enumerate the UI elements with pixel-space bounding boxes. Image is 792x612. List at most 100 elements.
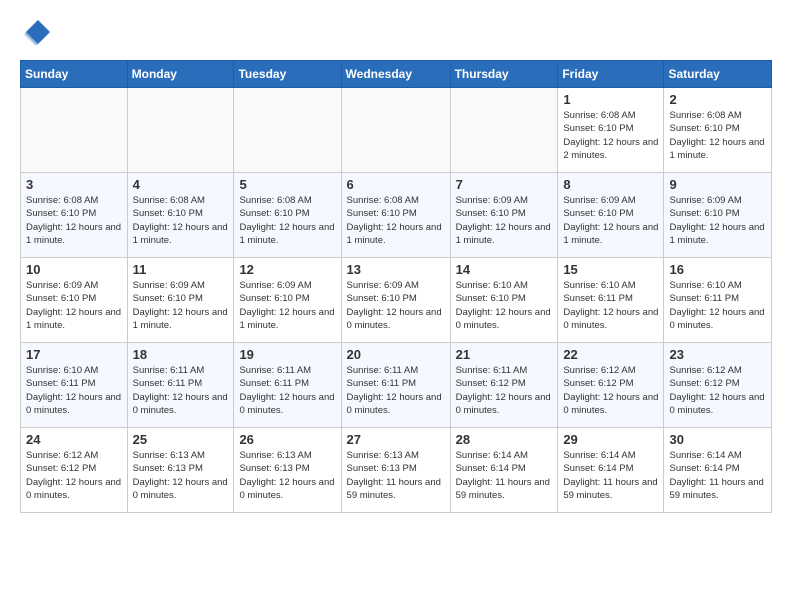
day-info: Sunrise: 6:09 AM Sunset: 6:10 PM Dayligh… xyxy=(133,279,229,332)
day-number: 22 xyxy=(563,347,658,362)
day-number: 10 xyxy=(26,262,122,277)
day-info: Sunrise: 6:09 AM Sunset: 6:10 PM Dayligh… xyxy=(456,194,553,247)
calendar-header-saturday: Saturday xyxy=(664,61,772,88)
calendar-cell: 7 Sunrise: 6:09 AM Sunset: 6:10 PM Daylig… xyxy=(450,173,558,258)
calendar-header-wednesday: Wednesday xyxy=(341,61,450,88)
calendar-cell: 9 Sunrise: 6:09 AM Sunset: 6:10 PM Daylig… xyxy=(664,173,772,258)
day-number: 23 xyxy=(669,347,766,362)
day-info: Sunrise: 6:12 AM Sunset: 6:12 PM Dayligh… xyxy=(563,364,658,417)
day-number: 27 xyxy=(347,432,445,447)
day-info: Sunrise: 6:09 AM Sunset: 6:10 PM Dayligh… xyxy=(669,194,766,247)
day-info: Sunrise: 6:09 AM Sunset: 6:10 PM Dayligh… xyxy=(563,194,658,247)
day-number: 9 xyxy=(669,177,766,192)
day-number: 12 xyxy=(239,262,335,277)
calendar-cell xyxy=(21,88,128,173)
day-info: Sunrise: 6:09 AM Sunset: 6:10 PM Dayligh… xyxy=(239,279,335,332)
calendar-cell: 24 Sunrise: 6:12 AM Sunset: 6:12 PM Dayli… xyxy=(21,428,128,513)
day-number: 5 xyxy=(239,177,335,192)
day-info: Sunrise: 6:13 AM Sunset: 6:13 PM Dayligh… xyxy=(239,449,335,502)
calendar-cell xyxy=(450,88,558,173)
day-info: Sunrise: 6:09 AM Sunset: 6:10 PM Dayligh… xyxy=(347,279,445,332)
calendar-cell: 3 Sunrise: 6:08 AM Sunset: 6:10 PM Daylig… xyxy=(21,173,128,258)
day-number: 15 xyxy=(563,262,658,277)
day-number: 3 xyxy=(26,177,122,192)
day-number: 6 xyxy=(347,177,445,192)
calendar-cell: 23 Sunrise: 6:12 AM Sunset: 6:12 PM Dayli… xyxy=(664,343,772,428)
day-info: Sunrise: 6:13 AM Sunset: 6:13 PM Dayligh… xyxy=(347,449,445,502)
calendar-cell xyxy=(234,88,341,173)
calendar-cell xyxy=(341,88,450,173)
day-number: 19 xyxy=(239,347,335,362)
calendar-header-row: SundayMondayTuesdayWednesdayThursdayFrid… xyxy=(21,61,772,88)
day-info: Sunrise: 6:11 AM Sunset: 6:11 PM Dayligh… xyxy=(133,364,229,417)
day-info: Sunrise: 6:14 AM Sunset: 6:14 PM Dayligh… xyxy=(456,449,553,502)
calendar-header-tuesday: Tuesday xyxy=(234,61,341,88)
day-number: 18 xyxy=(133,347,229,362)
day-info: Sunrise: 6:10 AM Sunset: 6:11 PM Dayligh… xyxy=(26,364,122,417)
calendar-cell: 16Sunrise: 6:10 AM Sunset: 6:11 PM Dayli… xyxy=(664,258,772,343)
calendar-cell: 13 Sunrise: 6:09 AM Sunset: 6:10 PM Dayli… xyxy=(341,258,450,343)
day-number: 14 xyxy=(456,262,553,277)
calendar-header-monday: Monday xyxy=(127,61,234,88)
calendar-table: SundayMondayTuesdayWednesdayThursdayFrid… xyxy=(20,60,772,513)
calendar-cell: 20 Sunrise: 6:11 AM Sunset: 6:11 PM Dayli… xyxy=(341,343,450,428)
calendar-week-row: 17 Sunrise: 6:10 AM Sunset: 6:11 PM Dayli… xyxy=(21,343,772,428)
day-number: 17 xyxy=(26,347,122,362)
calendar-cell: 4 Sunrise: 6:08 AM Sunset: 6:10 PM Daylig… xyxy=(127,173,234,258)
calendar-cell: 27 Sunrise: 6:13 AM Sunset: 6:13 PM Dayli… xyxy=(341,428,450,513)
calendar-cell: 17 Sunrise: 6:10 AM Sunset: 6:11 PM Dayli… xyxy=(21,343,128,428)
calendar-week-row: 24 Sunrise: 6:12 AM Sunset: 6:12 PM Dayli… xyxy=(21,428,772,513)
page-header xyxy=(20,20,772,50)
calendar-week-row: 10 Sunrise: 6:09 AM Sunset: 6:10 PM Dayli… xyxy=(21,258,772,343)
day-info: Sunrise: 6:08 AM Sunset: 6:10 PM Dayligh… xyxy=(26,194,122,247)
calendar-cell: 1 Sunrise: 6:08 AM Sunset: 6:10 PM Daylig… xyxy=(558,88,664,173)
calendar-cell: 5 Sunrise: 6:08 AM Sunset: 6:10 PM Daylig… xyxy=(234,173,341,258)
calendar-cell: 15Sunrise: 6:10 AM Sunset: 6:11 PM Dayli… xyxy=(558,258,664,343)
calendar-cell xyxy=(127,88,234,173)
day-number: 1 xyxy=(563,92,658,107)
calendar-cell: 6 Sunrise: 6:08 AM Sunset: 6:10 PM Daylig… xyxy=(341,173,450,258)
day-number: 7 xyxy=(456,177,553,192)
day-number: 25 xyxy=(133,432,229,447)
calendar-cell: 22 Sunrise: 6:12 AM Sunset: 6:12 PM Dayli… xyxy=(558,343,664,428)
day-info: Sunrise: 6:10 AM Sunset: 6:11 PM Dayligh… xyxy=(669,279,766,332)
calendar-cell: 8Sunrise: 6:09 AM Sunset: 6:10 PM Daylig… xyxy=(558,173,664,258)
calendar-cell: 18 Sunrise: 6:11 AM Sunset: 6:11 PM Dayli… xyxy=(127,343,234,428)
day-info: Sunrise: 6:10 AM Sunset: 6:10 PM Dayligh… xyxy=(456,279,553,332)
calendar-week-row: 1 Sunrise: 6:08 AM Sunset: 6:10 PM Daylig… xyxy=(21,88,772,173)
day-number: 13 xyxy=(347,262,445,277)
day-info: Sunrise: 6:14 AM Sunset: 6:14 PM Dayligh… xyxy=(563,449,658,502)
day-number: 30 xyxy=(669,432,766,447)
day-info: Sunrise: 6:08 AM Sunset: 6:10 PM Dayligh… xyxy=(563,109,658,162)
day-info: Sunrise: 6:08 AM Sunset: 6:10 PM Dayligh… xyxy=(669,109,766,162)
day-number: 29 xyxy=(563,432,658,447)
calendar-cell: 12 Sunrise: 6:09 AM Sunset: 6:10 PM Dayli… xyxy=(234,258,341,343)
day-info: Sunrise: 6:08 AM Sunset: 6:10 PM Dayligh… xyxy=(239,194,335,247)
day-info: Sunrise: 6:12 AM Sunset: 6:12 PM Dayligh… xyxy=(26,449,122,502)
day-number: 21 xyxy=(456,347,553,362)
calendar-cell: 26Sunrise: 6:13 AM Sunset: 6:13 PM Dayli… xyxy=(234,428,341,513)
calendar-header-sunday: Sunday xyxy=(21,61,128,88)
calendar-header-thursday: Thursday xyxy=(450,61,558,88)
day-info: Sunrise: 6:14 AM Sunset: 6:14 PM Dayligh… xyxy=(669,449,766,502)
calendar-cell: 25Sunrise: 6:13 AM Sunset: 6:13 PM Dayli… xyxy=(127,428,234,513)
day-number: 20 xyxy=(347,347,445,362)
calendar-cell: 19Sunrise: 6:11 AM Sunset: 6:11 PM Dayli… xyxy=(234,343,341,428)
day-info: Sunrise: 6:11 AM Sunset: 6:12 PM Dayligh… xyxy=(456,364,553,417)
day-info: Sunrise: 6:11 AM Sunset: 6:11 PM Dayligh… xyxy=(347,364,445,417)
day-info: Sunrise: 6:08 AM Sunset: 6:10 PM Dayligh… xyxy=(133,194,229,247)
calendar-cell: 28 Sunrise: 6:14 AM Sunset: 6:14 PM Dayli… xyxy=(450,428,558,513)
logo xyxy=(20,20,54,50)
day-info: Sunrise: 6:08 AM Sunset: 6:10 PM Dayligh… xyxy=(347,194,445,247)
day-number: 24 xyxy=(26,432,122,447)
calendar-cell: 21 Sunrise: 6:11 AM Sunset: 6:12 PM Dayli… xyxy=(450,343,558,428)
calendar-cell: 29 Sunrise: 6:14 AM Sunset: 6:14 PM Dayli… xyxy=(558,428,664,513)
calendar-cell: 30 Sunrise: 6:14 AM Sunset: 6:14 PM Dayli… xyxy=(664,428,772,513)
calendar-week-row: 3 Sunrise: 6:08 AM Sunset: 6:10 PM Daylig… xyxy=(21,173,772,258)
calendar-cell: 2Sunrise: 6:08 AM Sunset: 6:10 PM Daylig… xyxy=(664,88,772,173)
day-number: 28 xyxy=(456,432,553,447)
calendar-cell: 10Sunrise: 6:09 AM Sunset: 6:10 PM Dayli… xyxy=(21,258,128,343)
day-info: Sunrise: 6:12 AM Sunset: 6:12 PM Dayligh… xyxy=(669,364,766,417)
calendar-cell: 14 Sunrise: 6:10 AM Sunset: 6:10 PM Dayli… xyxy=(450,258,558,343)
day-number: 4 xyxy=(133,177,229,192)
